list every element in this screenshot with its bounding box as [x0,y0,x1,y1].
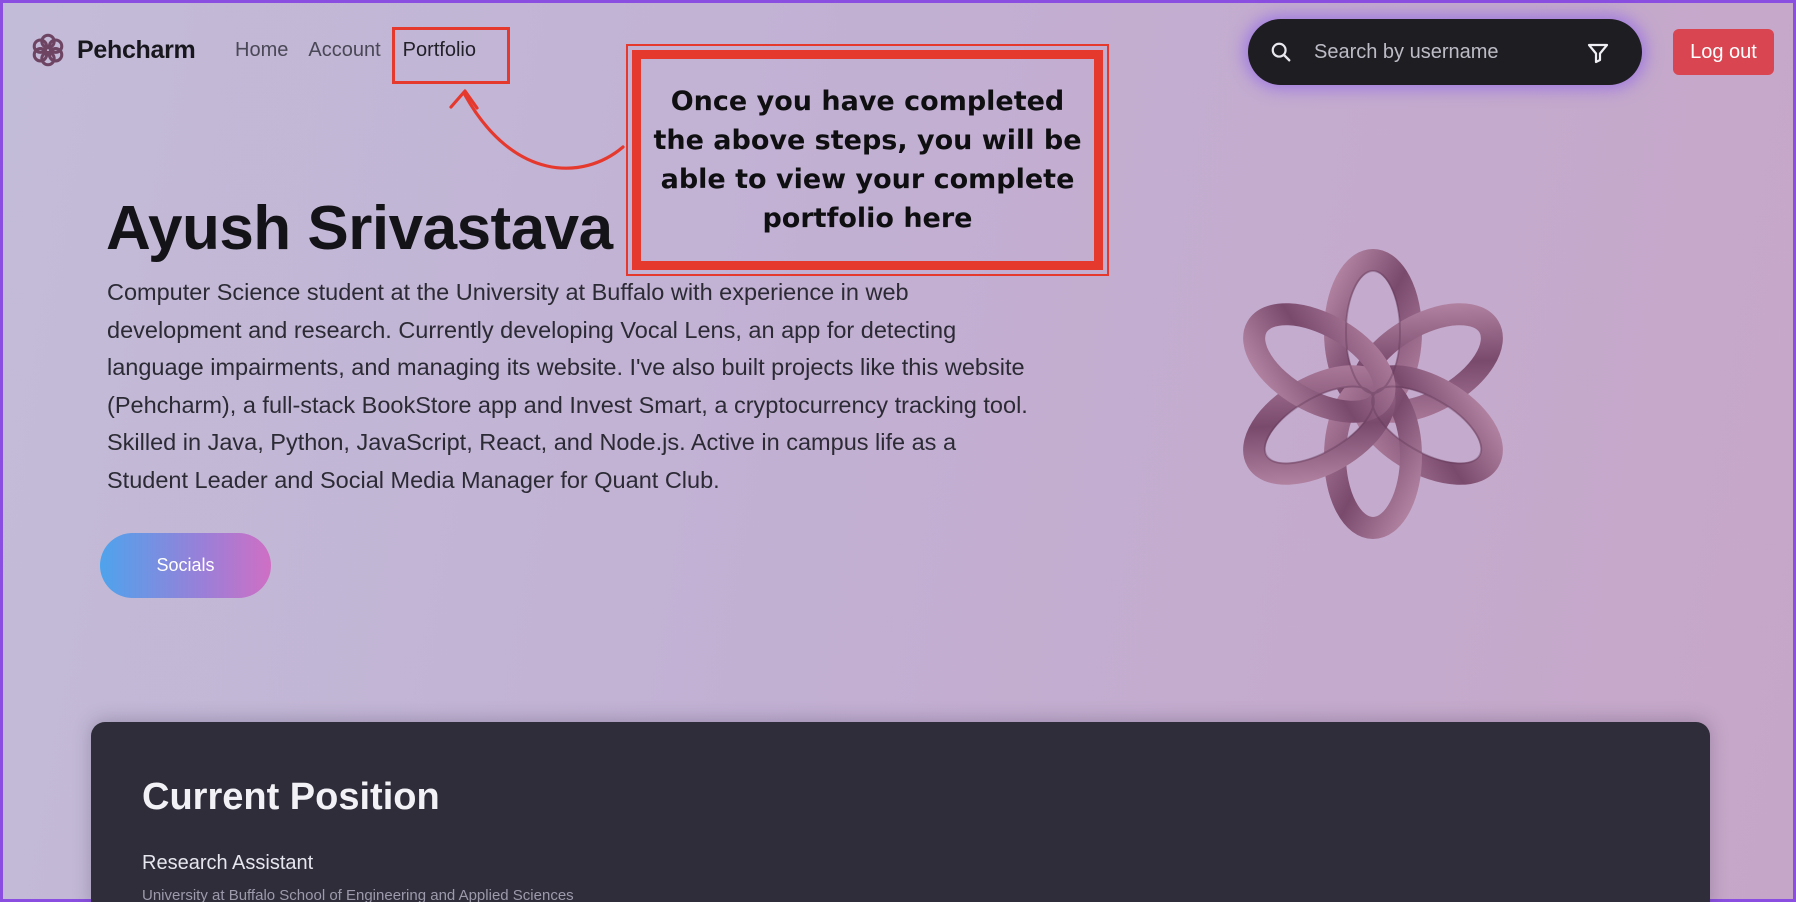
brand[interactable]: Pehcharm [29,31,196,69]
filter-icon[interactable] [1586,41,1610,65]
current-position-title: Current Position [142,776,440,818]
knot-illustration-icon [1243,249,1503,539]
brand-name: Pehcharm [77,35,196,64]
annotation-inner-frame: Once you have completed the above steps,… [632,50,1103,270]
portfolio-highlight-box [392,27,510,84]
position-organization: University at Buffalo School of Engineer… [142,887,574,902]
annotation-text: Once you have completed the above steps,… [653,86,1082,234]
socials-button[interactable]: Socials [100,533,271,598]
nav-account-link[interactable]: Account [308,39,380,62]
position-role: Research Assistant [142,852,314,874]
search-input[interactable] [1314,34,1574,70]
search-bar [1248,19,1642,85]
brand-logo-icon [32,33,64,67]
profile-bio: Computer Science student at the Universi… [107,279,1028,493]
current-position-card: Current Position Research Assistant Univ… [91,722,1710,902]
nav-home-link[interactable]: Home [235,39,288,62]
annotation-arrow-icon [449,89,625,170]
search-icon [1271,42,1291,62]
profile-name: Ayush Srivastava [106,194,613,263]
annotation-callout: Once you have completed the above steps,… [626,44,1109,276]
logout-button[interactable]: Log out [1673,29,1774,75]
